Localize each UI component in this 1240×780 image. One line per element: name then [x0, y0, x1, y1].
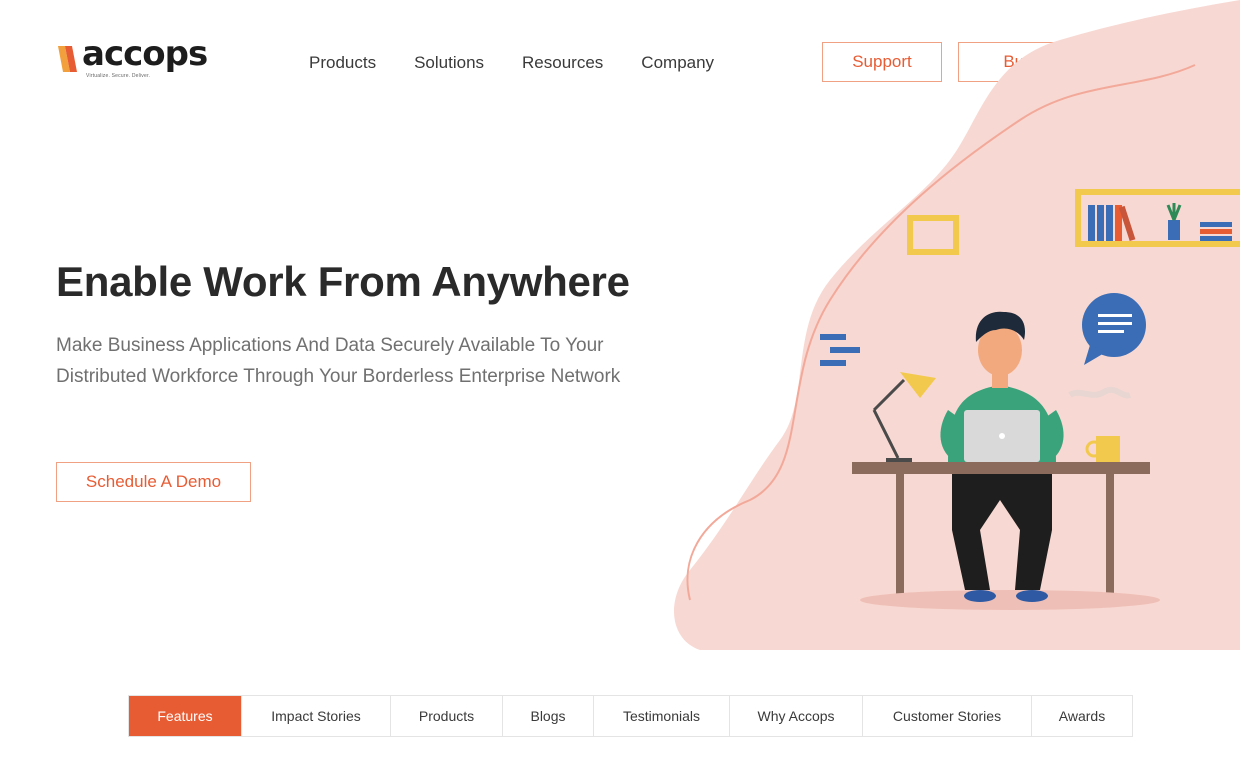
nav-item-resources[interactable]: Resources: [522, 53, 603, 73]
nav-item-products[interactable]: Products: [309, 53, 376, 73]
brand-name: accops: [82, 34, 208, 74]
main-nav: Products Solutions Resources Company: [309, 53, 714, 73]
work-from-anywhere-illustration: [673, 0, 1240, 650]
hero-subtitle: Make Business Applications And Data Secu…: [56, 335, 621, 387]
tab-awards[interactable]: Awards: [1032, 696, 1132, 736]
tab-customer-stories[interactable]: Customer Stories: [863, 696, 1032, 736]
logo-mark-icon: [58, 46, 77, 72]
nav-item-solutions[interactable]: Solutions: [414, 53, 484, 73]
brand-tagline: Virtualize. Secure. Deliver.: [86, 73, 151, 79]
section-tabs: Features Impact Stories Products Blogs T…: [128, 695, 1133, 737]
tab-blogs[interactable]: Blogs: [503, 696, 594, 736]
schedule-demo-button[interactable]: Schedule A Demo: [56, 462, 251, 502]
tab-testimonials[interactable]: Testimonials: [594, 696, 730, 736]
floor-shadow: [860, 590, 1160, 610]
tab-why-accops[interactable]: Why Accops: [730, 696, 863, 736]
hero-title: Enable Work From Anywhere: [56, 258, 630, 305]
accops-logo[interactable]: accops Virtualize. Secure. Deliver.: [56, 34, 226, 86]
tab-features[interactable]: Features: [129, 696, 242, 736]
tab-products[interactable]: Products: [391, 696, 503, 736]
tab-impact-stories[interactable]: Impact Stories: [242, 696, 391, 736]
